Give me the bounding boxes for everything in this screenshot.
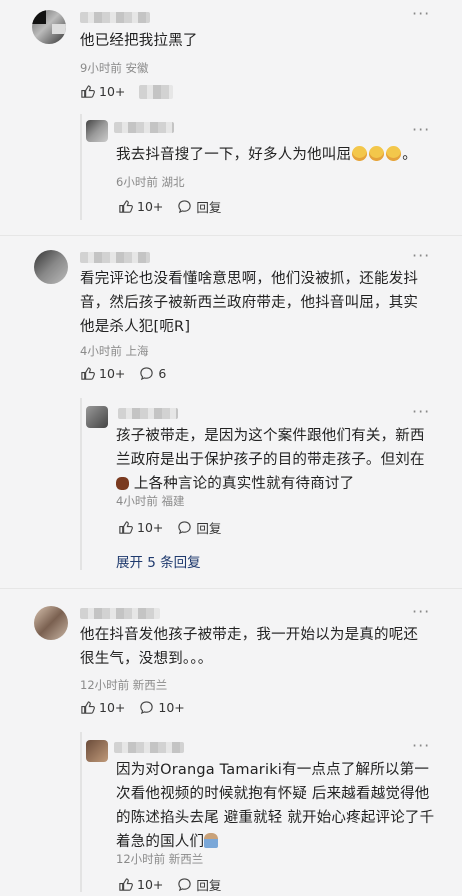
reply-location: 福建 bbox=[161, 494, 185, 508]
like-button[interactable]: 10+ bbox=[118, 520, 163, 535]
cry-emoji-icon bbox=[352, 146, 368, 161]
comment-actions: 10+ bbox=[80, 84, 174, 99]
username[interactable] bbox=[114, 122, 174, 133]
cry-emoji-icon bbox=[369, 146, 385, 161]
avatar[interactable] bbox=[86, 406, 108, 428]
reply-text: 因为对Oranga Tamariki有一点点了解所以第一次看他视频的时候就抱有怀… bbox=[116, 758, 436, 854]
reply-text-part: 。 bbox=[402, 147, 417, 163]
reply-label: 回复 bbox=[196, 878, 222, 893]
comment-meta: 12小时前 新西兰 bbox=[80, 677, 167, 693]
comment-bubble-icon bbox=[178, 200, 192, 214]
reply-text-part: 上各种言论的真实性就有待商讨了 bbox=[133, 476, 355, 492]
comment-bubble-icon bbox=[140, 367, 154, 381]
comment-actions: 10+ 10+ bbox=[80, 700, 185, 715]
cry-emoji-icon bbox=[386, 146, 402, 161]
comment-meta: 9小时前 安徽 bbox=[80, 60, 148, 76]
comment-time: 12小时前 bbox=[80, 678, 130, 692]
comment-button[interactable]: 10+ bbox=[139, 700, 185, 715]
avatar[interactable] bbox=[32, 10, 66, 44]
reply-button[interactable]: 回复 bbox=[177, 518, 221, 537]
comment-text: 他在抖音发他孩子被带走，我一开始以为是真的呢还很生气，没想到。。。 bbox=[80, 627, 419, 667]
like-button[interactable]: 10+ bbox=[80, 366, 125, 381]
reply-text-part: 我去抖音搜了一下，好多人为他叫屈 bbox=[116, 147, 352, 163]
username[interactable] bbox=[118, 408, 178, 419]
more-dots-icon[interactable]: ··· bbox=[412, 602, 430, 621]
avatar[interactable] bbox=[86, 740, 108, 762]
username[interactable] bbox=[114, 742, 184, 753]
like-button[interactable]: 10+ bbox=[80, 84, 125, 99]
like-count: 10+ bbox=[99, 84, 126, 99]
reply-location: 湖北 bbox=[161, 175, 185, 189]
more-dots-icon[interactable]: ··· bbox=[412, 4, 430, 23]
reply-button[interactable]: 回复 bbox=[177, 875, 221, 894]
like-count: 10+ bbox=[99, 700, 126, 715]
reply-time: 12小时前 bbox=[116, 852, 166, 866]
thumb-up-icon bbox=[119, 521, 133, 534]
reply-label: 回复 bbox=[196, 521, 222, 536]
like-count: 10+ bbox=[137, 520, 164, 535]
reply-indent bbox=[80, 398, 82, 570]
comment-count: 10+ bbox=[158, 700, 185, 715]
reply-button-blurred[interactable] bbox=[139, 84, 174, 99]
like-count: 10+ bbox=[137, 199, 164, 214]
avatar[interactable] bbox=[86, 120, 108, 142]
more-dots-icon[interactable]: ··· bbox=[412, 736, 430, 755]
like-button[interactable]: 10+ bbox=[80, 700, 125, 715]
comment-bubble-icon bbox=[178, 521, 192, 535]
coffee-bean-emoji-icon bbox=[116, 477, 129, 490]
expand-replies-link[interactable]: 展开 5 条回复 bbox=[116, 551, 201, 571]
like-button[interactable]: 10+ bbox=[118, 877, 163, 892]
reply-text-part: 孩子被带走，是因为这个案件跟他们有关，新西兰政府是出于保护孩子的目的带走孩子。但… bbox=[116, 428, 425, 468]
reply-button[interactable]: 回复 bbox=[177, 197, 221, 216]
comment-actions: 10+ 6 bbox=[80, 366, 166, 381]
divider bbox=[0, 235, 462, 236]
reply-meta: 12小时前 新西兰 bbox=[116, 851, 203, 867]
more-dots-icon[interactable]: ··· bbox=[412, 120, 430, 139]
comment-text: 他已经把我拉黑了 bbox=[80, 33, 198, 49]
more-dots-icon[interactable]: ··· bbox=[412, 402, 430, 421]
thumb-up-icon bbox=[119, 200, 133, 213]
reply-actions: 10+ 回复 bbox=[118, 197, 221, 216]
comment-bubble-icon bbox=[178, 878, 192, 892]
reply-indent bbox=[80, 732, 82, 892]
comment-location: 新西兰 bbox=[132, 678, 168, 692]
like-count: 10+ bbox=[137, 877, 164, 892]
reply-text: 孩子被带走，是因为这个案件跟他们有关，新西兰政府是出于保护孩子的目的带走孩子。但… bbox=[116, 424, 436, 496]
comment-location: 上海 bbox=[125, 344, 149, 358]
reply-count: 6 bbox=[158, 366, 167, 381]
reply-text-part: 因为对Oranga Tamariki有一点点了解所以第一次看他视频的时候就抱有怀… bbox=[116, 762, 435, 850]
thumb-up-icon bbox=[119, 878, 133, 891]
comment-text: 看完评论也没看懂啥意思啊，他们没被抓，还能发抖音，然后孩子被新西兰政府带走，他抖… bbox=[80, 271, 419, 335]
avatar[interactable] bbox=[34, 250, 68, 284]
reply-actions: 10+ 回复 bbox=[118, 875, 221, 894]
reply-time: 4小时前 bbox=[116, 494, 158, 508]
thumb-up-icon bbox=[81, 85, 95, 98]
like-button[interactable]: 10+ bbox=[118, 199, 163, 214]
reply-location: 新西兰 bbox=[168, 852, 204, 866]
more-dots-icon[interactable]: ··· bbox=[412, 246, 430, 265]
reply-meta: 4小时前 福建 bbox=[116, 493, 184, 509]
reply-actions: 10+ 回复 bbox=[118, 518, 221, 537]
reply-time: 6小时前 bbox=[116, 175, 158, 189]
comment-bubble-icon bbox=[140, 701, 154, 715]
reply-label: 回复 bbox=[196, 200, 222, 215]
comment-meta: 4小时前 上海 bbox=[80, 343, 148, 359]
username[interactable] bbox=[80, 12, 150, 23]
divider bbox=[0, 588, 462, 589]
thumb-up-icon bbox=[81, 367, 95, 380]
comment-button[interactable]: 6 bbox=[139, 366, 166, 381]
username[interactable] bbox=[80, 252, 150, 263]
comment-time: 4小时前 bbox=[80, 344, 122, 358]
username[interactable] bbox=[80, 608, 160, 619]
thumb-up-icon bbox=[81, 701, 95, 714]
reply-meta: 6小时前 湖北 bbox=[116, 174, 184, 190]
comment-location: 安徽 bbox=[125, 61, 149, 75]
reply-indent bbox=[80, 114, 82, 220]
reply-text: 我去抖音搜了一下，好多人为他叫屈 。 bbox=[116, 143, 436, 167]
avatar[interactable] bbox=[34, 606, 68, 640]
person-emoji-icon bbox=[204, 833, 219, 848]
like-count: 10+ bbox=[99, 366, 126, 381]
comment-time: 9小时前 bbox=[80, 61, 122, 75]
